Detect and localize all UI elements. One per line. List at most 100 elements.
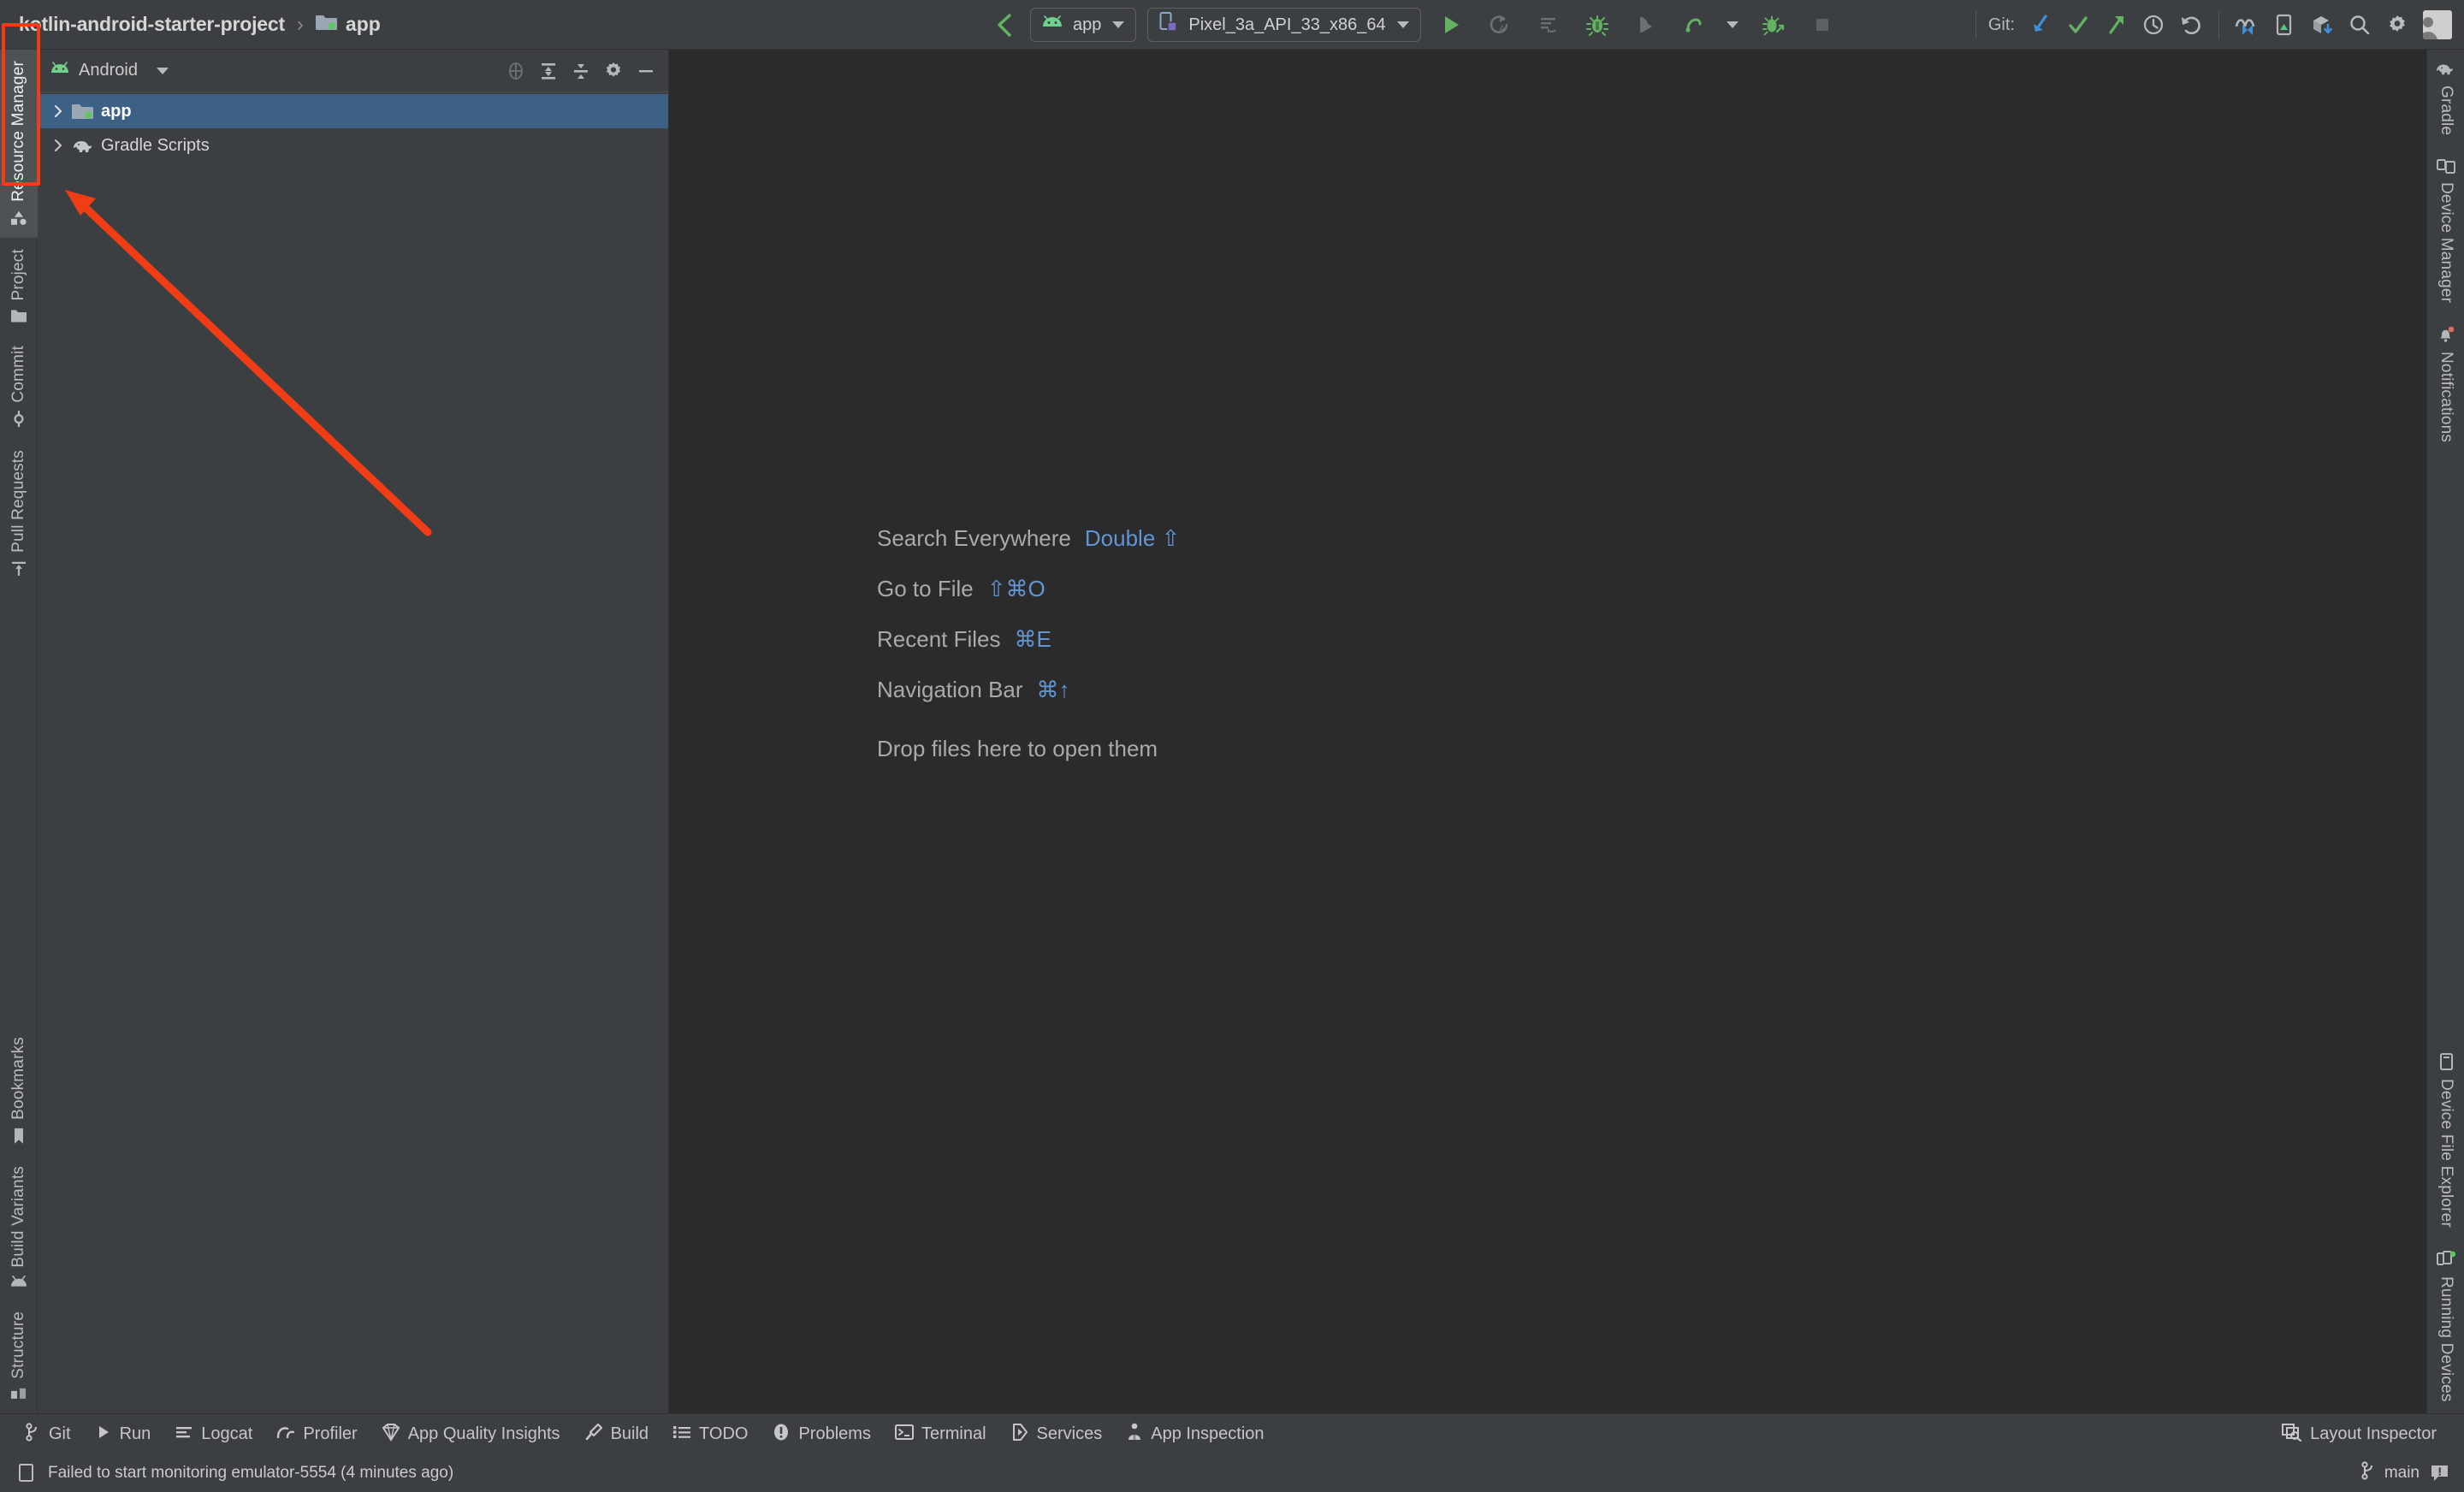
bottom-tab-app-inspection[interactable]: App Inspection <box>1114 1418 1276 1451</box>
sidebar-item-gradle[interactable]: Gradle <box>2427 50 2464 146</box>
expand-all-button[interactable] <box>533 52 564 90</box>
debug-button[interactable] <box>1578 6 1616 44</box>
bottom-tab-label: App Quality Insights <box>407 1424 560 1443</box>
bottom-tab-git[interactable]: Git <box>12 1418 83 1451</box>
breadcrumb-module[interactable]: app <box>315 13 381 37</box>
sidebar-item-pull-requests[interactable]: Pull Requests <box>0 439 38 589</box>
attach-debugger-button[interactable] <box>1755 6 1792 44</box>
sidebar-item-label: Gradle <box>2437 86 2455 136</box>
device-manager-button[interactable] <box>2266 6 2303 44</box>
sidebar-item-structure[interactable]: Structure <box>0 1300 38 1413</box>
hint-shortcut: Double ⇧ <box>1084 525 1181 551</box>
main-body: Resource Manager Project Commit Pull Req… <box>0 50 2464 1413</box>
bottom-tab-build[interactable]: Build <box>572 1418 660 1451</box>
rollback-button[interactable] <box>2172 6 2210 44</box>
notifications-bell-icon <box>2437 325 2455 344</box>
rerun-button[interactable]: A <box>1481 6 1519 44</box>
bottom-tab-run[interactable]: Run <box>83 1419 163 1450</box>
sidebar-item-device-manager[interactable]: Device Manager <box>2427 146 2464 314</box>
sidebar-item-label: Device Manager <box>2437 182 2455 304</box>
bottom-tab-problems[interactable]: Problems <box>760 1418 882 1451</box>
update-project-button[interactable] <box>2022 6 2059 44</box>
status-event-log-icon[interactable] <box>17 1463 36 1483</box>
running-devices-icon <box>2436 1250 2456 1269</box>
bottom-tab-services[interactable]: Services <box>998 1418 1115 1451</box>
chevron-right-icon[interactable] <box>46 104 70 119</box>
sidebar-item-device-file-explorer[interactable]: Device File Explorer <box>2427 1041 2464 1239</box>
project-tool-window: Android app Gradle Scripts <box>38 50 669 1413</box>
sidebar-item-resource-manager[interactable]: Resource Manager <box>0 50 38 238</box>
run-configuration-selector[interactable]: app <box>1030 8 1137 42</box>
gear-icon[interactable] <box>2378 6 2416 44</box>
navigate-back-icon[interactable] <box>988 6 1019 44</box>
bottom-tab-terminal[interactable]: Terminal <box>883 1419 998 1450</box>
status-bar: Failed to start monitoring emulator-5554… <box>0 1454 2464 1492</box>
bottom-tab-profiler[interactable]: Profiler <box>264 1419 369 1450</box>
profile-button[interactable] <box>1627 6 1665 44</box>
left-tool-strip: Resource Manager Project Commit Pull Req… <box>0 50 38 1413</box>
sidebar-item-commit[interactable]: Commit <box>0 335 38 439</box>
sidebar-item-bookmarks[interactable]: Bookmarks <box>0 1026 38 1156</box>
bottom-tab-label: Logcat <box>201 1424 253 1443</box>
bottom-tab-label: Git <box>49 1424 71 1443</box>
push-button[interactable] <box>2097 6 2135 44</box>
git-label: Git: <box>1987 15 2015 34</box>
resource-manager-icon <box>10 210 27 227</box>
right-tool-strip: Gradle Device Manager Notifications Devi… <box>2426 50 2464 1413</box>
git-branch-icon <box>24 1422 41 1447</box>
main-toolbar: kotlin-android-starter-project › app app… <box>0 0 2464 50</box>
tree-node-gradle-scripts[interactable]: Gradle Scripts <box>38 128 668 163</box>
structure-icon <box>10 1387 27 1402</box>
collapse-all-button[interactable] <box>566 52 596 90</box>
hint-label: Search Everywhere <box>877 525 1071 551</box>
sidebar-item-notifications[interactable]: Notifications <box>2427 314 2464 453</box>
bottom-tab-label: Services <box>1036 1424 1103 1443</box>
sidebar-item-label: Notifications <box>2437 352 2455 443</box>
chevron-down-icon <box>156 67 169 74</box>
left-tool-strip-top: Resource Manager Project Commit Pull Req… <box>0 50 38 589</box>
avd-download-button[interactable] <box>2303 6 2341 44</box>
more-run-button[interactable] <box>1676 6 1714 44</box>
project-view-selector[interactable]: Android <box>50 61 169 80</box>
gradle-elephant-icon <box>70 136 96 155</box>
hint-label: Navigation Bar <box>877 677 1023 702</box>
search-icon[interactable] <box>2341 6 2378 44</box>
bottom-tab-app-quality-insights[interactable]: App Quality Insights <box>370 1418 572 1451</box>
notification-warning-icon[interactable] <box>2430 1464 2450 1483</box>
tree-node-app[interactable]: app <box>38 94 668 128</box>
toolbar-left: kotlin-android-starter-project › app <box>19 13 381 37</box>
device-manager-icon <box>2437 157 2455 175</box>
hint-shortcut: ⌘↑ <box>1036 677 1070 702</box>
avatar[interactable] <box>2423 10 2452 39</box>
bottom-tab-label: Layout Inspector <box>2310 1424 2437 1443</box>
sdk-manager-button[interactable] <box>2228 6 2266 44</box>
status-message[interactable]: Failed to start monitoring emulator-5554… <box>48 1464 453 1483</box>
sidebar-item-project[interactable]: Project <box>0 238 38 335</box>
commit-button[interactable] <box>2059 6 2097 44</box>
bottom-tab-todo[interactable]: TODO <box>660 1419 760 1450</box>
android-icon <box>1041 15 1063 35</box>
stop-button[interactable] <box>1804 6 1841 44</box>
select-opened-file-button[interactable] <box>500 52 531 90</box>
run-button[interactable] <box>1432 6 1470 44</box>
status-branch[interactable]: main <box>2360 1461 2420 1485</box>
sidebar-item-label: Commit <box>9 346 27 403</box>
minimize-icon[interactable] <box>631 52 661 90</box>
toolbar-divider <box>1975 11 1976 38</box>
bottom-tab-layout-inspector[interactable]: Layout Inspector <box>2270 1418 2449 1451</box>
gear-icon[interactable] <box>598 52 629 90</box>
breadcrumb: kotlin-android-starter-project › app <box>19 13 381 37</box>
history-button[interactable] <box>2135 6 2172 44</box>
chevron-down-icon[interactable] <box>1726 21 1738 28</box>
left-tool-strip-bottom: Bookmarks Build Variants Structure <box>0 1026 37 1413</box>
app-quality-insights-icon <box>382 1423 400 1447</box>
breadcrumb-project[interactable]: kotlin-android-starter-project <box>19 13 285 36</box>
bottom-tab-logcat[interactable]: Logcat <box>163 1419 264 1450</box>
sidebar-item-build-variants[interactable]: Build Variants <box>0 1155 38 1300</box>
chevron-right-icon[interactable] <box>46 138 70 153</box>
problems-icon <box>772 1423 791 1447</box>
sidebar-item-running-devices[interactable]: Running Devices <box>2427 1239 2464 1413</box>
svg-text:A: A <box>1499 24 1506 34</box>
device-selector[interactable]: Pixel_3a_API_33_x86_64 <box>1147 8 1421 42</box>
apply-changes-button[interactable] <box>1530 6 1567 44</box>
